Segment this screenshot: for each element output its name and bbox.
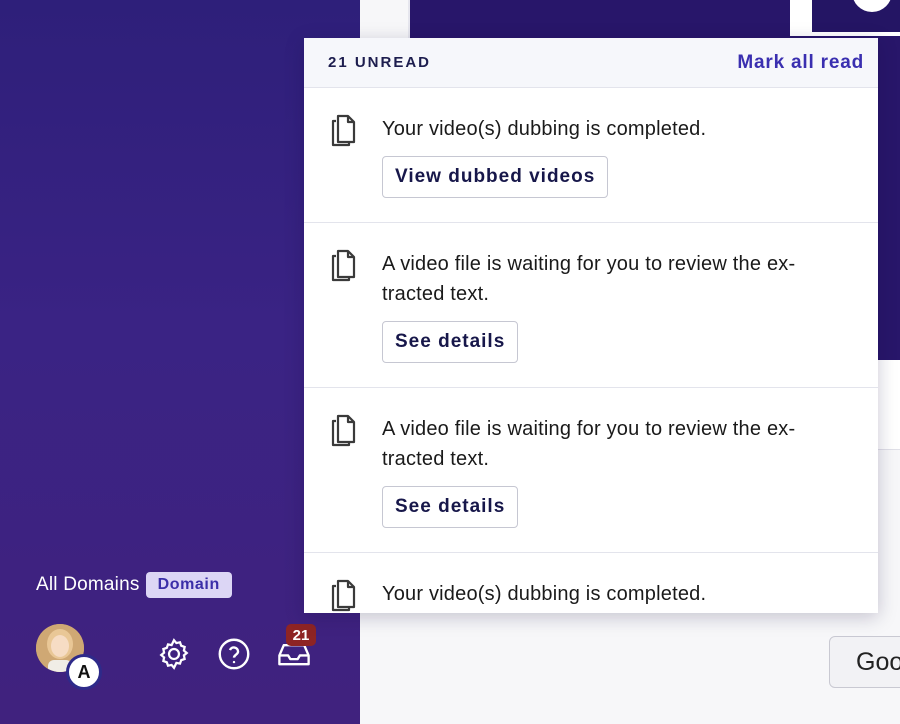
notification-text: A video file is waiting for you to revie… bbox=[382, 253, 796, 305]
view-dubbed-videos-button[interactable]: View dubbed videos bbox=[382, 156, 609, 198]
settings-button[interactable] bbox=[154, 634, 194, 674]
content-card bbox=[878, 360, 900, 450]
domain-badge: Domain bbox=[145, 572, 232, 598]
see-details-button[interactable]: See details bbox=[382, 321, 519, 363]
sidebar-bottom-bar: A 21 bbox=[36, 624, 336, 690]
notifications-popover: 21 UNREAD Mark all read Your video(s) du… bbox=[304, 38, 878, 613]
help-question-icon bbox=[218, 638, 250, 670]
avatar-initial-badge: A bbox=[66, 654, 102, 690]
partial-button[interactable]: Goo bbox=[829, 636, 900, 688]
notifications-header: 21 UNREAD Mark all read bbox=[304, 38, 878, 88]
notification-text: Your video(s) dubbing is completed. bbox=[382, 118, 707, 140]
notification-item: Your video(s) dubbing is completed. bbox=[304, 553, 878, 613]
notification-item: A video file is waiting for you to revie… bbox=[304, 388, 878, 553]
document-copy-icon bbox=[331, 249, 356, 282]
document-copy-icon bbox=[331, 414, 356, 447]
inbox-count-badge: 21 bbox=[286, 624, 316, 646]
unread-count-label: 21 UNREAD bbox=[328, 54, 432, 71]
document-copy-icon bbox=[331, 114, 356, 147]
help-button[interactable] bbox=[214, 634, 254, 674]
domain-selector[interactable]: All Domains Domain bbox=[36, 570, 232, 600]
settings-gear-icon bbox=[159, 638, 189, 670]
notification-item: Your video(s) dubbing is completed. View… bbox=[304, 88, 878, 223]
document-copy-icon bbox=[331, 579, 356, 612]
see-details-button[interactable]: See details bbox=[382, 486, 519, 528]
domains-label: All Domains bbox=[36, 574, 140, 595]
notification-item: A video file is waiting for you to revie… bbox=[304, 223, 878, 388]
notification-text: Your video(s) dubbing is completed. bbox=[382, 583, 707, 605]
mark-all-read-link[interactable]: Mark all read bbox=[737, 52, 864, 74]
notification-text: A video file is waiting for you to revie… bbox=[382, 418, 796, 470]
